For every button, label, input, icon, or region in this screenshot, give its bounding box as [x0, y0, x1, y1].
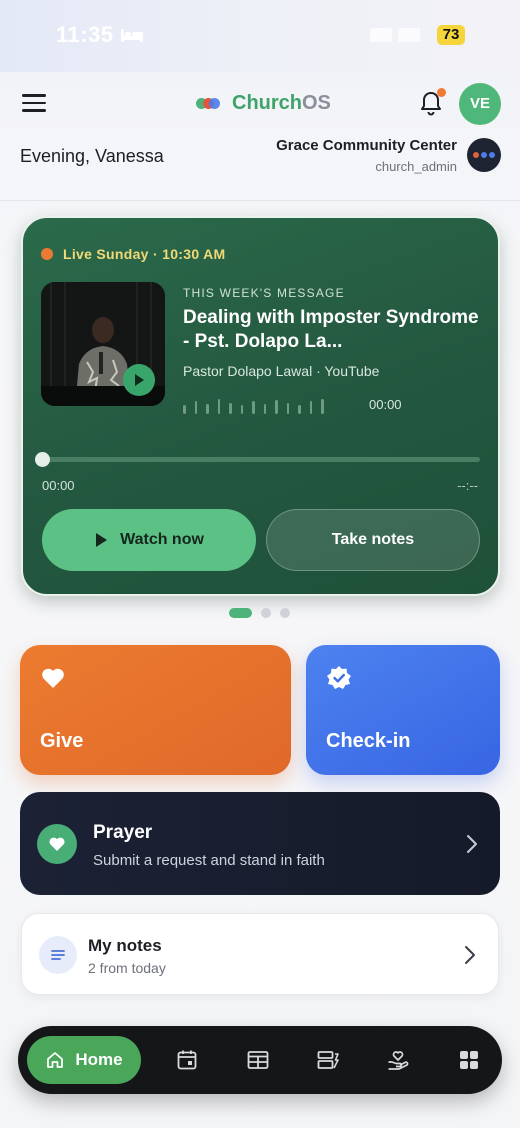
- prayer-title: Prayer: [93, 822, 153, 843]
- org-role: church_admin: [375, 159, 457, 174]
- my-notes-card[interactable]: My notes 2 from today: [21, 913, 499, 995]
- events-icon[interactable]: [246, 1048, 270, 1072]
- checkin-tile[interactable]: Check-in: [306, 645, 500, 775]
- take-notes-label: Take notes: [331, 531, 415, 548]
- app-name: ChurchOS: [232, 92, 331, 115]
- carousel-pagination: [229, 608, 290, 618]
- sermon-hero-card: Live Sunday · 10:30 AM THIS WEEK'S MESSA…: [21, 216, 500, 596]
- tab-home-label: Home: [75, 1050, 123, 1069]
- message-meta: Pastor Dolapo Lawal · YouTube: [183, 363, 380, 379]
- tab-home[interactable]: Home: [27, 1036, 141, 1084]
- give-tile[interactable]: Give: [20, 645, 291, 775]
- giving-hand-icon[interactable]: [386, 1048, 410, 1072]
- prayer-heart-icon: [37, 824, 77, 864]
- sleep-bed-icon: [120, 29, 143, 42]
- live-indicator: Live Sunday · 10:30 AM: [41, 246, 225, 262]
- my-notes-title: My notes: [88, 936, 162, 955]
- live-label: Live Sunday · 10:30 AM: [63, 246, 226, 262]
- app-logo: ChurchOS: [196, 92, 331, 115]
- home-icon: [47, 1052, 64, 1068]
- watch-now-label: Watch now: [120, 531, 204, 548]
- checkin-label: Check-in: [326, 730, 411, 752]
- remaining-time: --:--: [457, 478, 478, 493]
- watch-now-button[interactable]: Watch now: [42, 509, 256, 571]
- play-icon: [96, 533, 108, 547]
- thumbnail-play-icon[interactable]: [123, 364, 155, 396]
- logo-dots-icon: [196, 97, 220, 110]
- status-bar: 11:35 73: [0, 0, 520, 72]
- header-divider: [0, 200, 520, 201]
- carousel-dot-2[interactable]: [261, 608, 271, 618]
- chevron-right-icon: [467, 835, 477, 853]
- playback-scrubber-handle[interactable]: [35, 452, 50, 467]
- org-name[interactable]: Grace Community Center: [276, 137, 457, 154]
- more-grid-icon[interactable]: [457, 1048, 481, 1072]
- media-icon[interactable]: [316, 1048, 340, 1072]
- status-time: 11:35: [56, 22, 144, 48]
- notes-lines-icon: [39, 936, 77, 974]
- my-notes-subtitle: 2 from today: [88, 960, 166, 976]
- give-label: Give: [40, 730, 84, 752]
- live-dot: [41, 248, 53, 260]
- playback-progress-track[interactable]: [42, 457, 480, 462]
- sermon-thumbnail[interactable]: [41, 282, 165, 406]
- user-avatar[interactable]: VE: [459, 83, 501, 125]
- app-name-part2: OS: [302, 92, 331, 114]
- prayer-subtitle: Submit a request and stand in faith: [93, 852, 325, 869]
- prayer-card[interactable]: Prayer Submit a request and stand in fai…: [20, 792, 500, 895]
- calendar-icon[interactable]: [175, 1048, 199, 1072]
- battery-indicator: 73: [437, 25, 465, 45]
- carousel-dot-1[interactable]: [229, 608, 252, 618]
- elapsed-time: 00:00: [42, 478, 75, 493]
- heart-icon: [42, 668, 64, 688]
- greeting-text: Evening, Vanessa: [20, 146, 164, 166]
- verified-badge-icon: [327, 666, 351, 689]
- app-header: ChurchOS VE Evening, Vanessa Grace Commu…: [0, 72, 520, 200]
- notification-badge: [437, 88, 446, 97]
- take-notes-button[interactable]: Take notes: [266, 509, 480, 571]
- bottom-tab-bar: Home: [18, 1026, 502, 1094]
- app-name-part1: Church: [232, 92, 302, 114]
- org-avatar[interactable]: [467, 138, 501, 172]
- chevron-right-icon: [465, 946, 475, 964]
- audio-waveform: [183, 396, 363, 414]
- carousel-dot-3[interactable]: [280, 608, 290, 618]
- signal-wifi-icons: [370, 28, 428, 42]
- menu-icon[interactable]: [22, 94, 46, 114]
- message-title[interactable]: Dealing with Imposter Syndrome - Pst. Do…: [183, 306, 483, 354]
- message-eyebrow: THIS WEEK'S MESSAGE: [183, 286, 345, 300]
- status-time-text: 11:35: [56, 22, 114, 47]
- waveform-duration: 00:00: [369, 397, 402, 412]
